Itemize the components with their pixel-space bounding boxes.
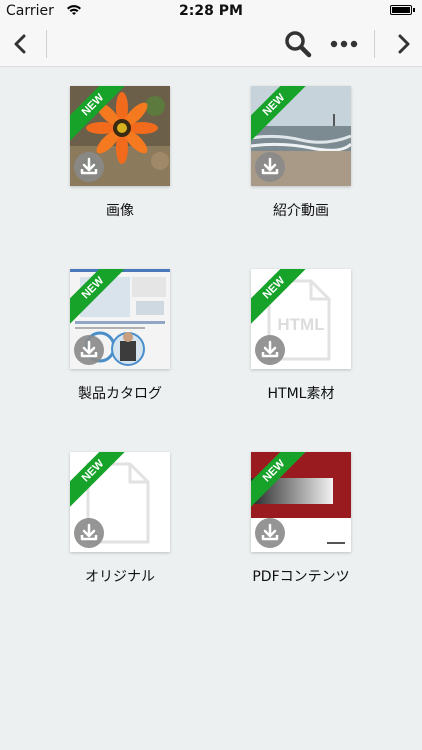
download-icon[interactable]	[255, 518, 285, 548]
folder-label: オリジナル	[85, 569, 155, 585]
download-icon[interactable]	[74, 152, 104, 182]
folder-thumbnail[interactable]: NEW	[70, 86, 170, 186]
search-icon	[285, 31, 312, 58]
chevron-left-icon	[14, 34, 26, 54]
folder-tile-catalog[interactable]: NEW 製品カタログ	[30, 269, 210, 403]
status-bar: Carrier 2:28 PM	[0, 0, 422, 22]
folder-thumbnail[interactable]: NEW	[70, 452, 170, 552]
back-button[interactable]	[4, 22, 36, 66]
toolbar	[0, 22, 422, 67]
ellipsis-icon	[330, 40, 358, 48]
more-button[interactable]	[326, 22, 362, 66]
toolbar-divider	[46, 30, 47, 58]
folder-thumbnail[interactable]: NEW	[251, 452, 351, 552]
folder-label: 紹介動画	[273, 203, 329, 219]
download-icon[interactable]	[255, 335, 285, 365]
download-icon[interactable]	[255, 152, 285, 182]
folder-tile-videos[interactable]: NEW 紹介動画	[211, 86, 391, 220]
folder-label: HTML素材	[267, 386, 335, 402]
chevron-right-icon	[398, 34, 410, 54]
toolbar-divider	[374, 30, 375, 58]
folder-label: 画像	[106, 203, 134, 219]
download-icon[interactable]	[74, 335, 104, 365]
folder-thumbnail[interactable]: HTML NEW	[251, 269, 351, 369]
folder-tile-original[interactable]: NEW オリジナル	[30, 452, 210, 586]
html-placeholder-text: HTML	[277, 315, 325, 334]
folder-thumbnail[interactable]: NEW	[251, 86, 351, 186]
search-button[interactable]	[280, 22, 316, 66]
folder-tile-html[interactable]: HTML NEW HTML素材	[211, 269, 391, 403]
download-icon[interactable]	[74, 518, 104, 548]
clock: 2:28 PM	[179, 3, 243, 19]
folder-tile-images[interactable]: NEW 画像	[30, 86, 210, 220]
folder-label: 製品カタログ	[78, 386, 162, 402]
forward-button[interactable]	[390, 22, 418, 66]
folder-label: PDFコンテンツ	[252, 569, 350, 585]
battery-icon	[390, 5, 415, 15]
folder-thumbnail[interactable]: NEW	[70, 269, 170, 369]
folder-tile-pdf[interactable]: NEW PDFコンテンツ	[211, 452, 391, 586]
